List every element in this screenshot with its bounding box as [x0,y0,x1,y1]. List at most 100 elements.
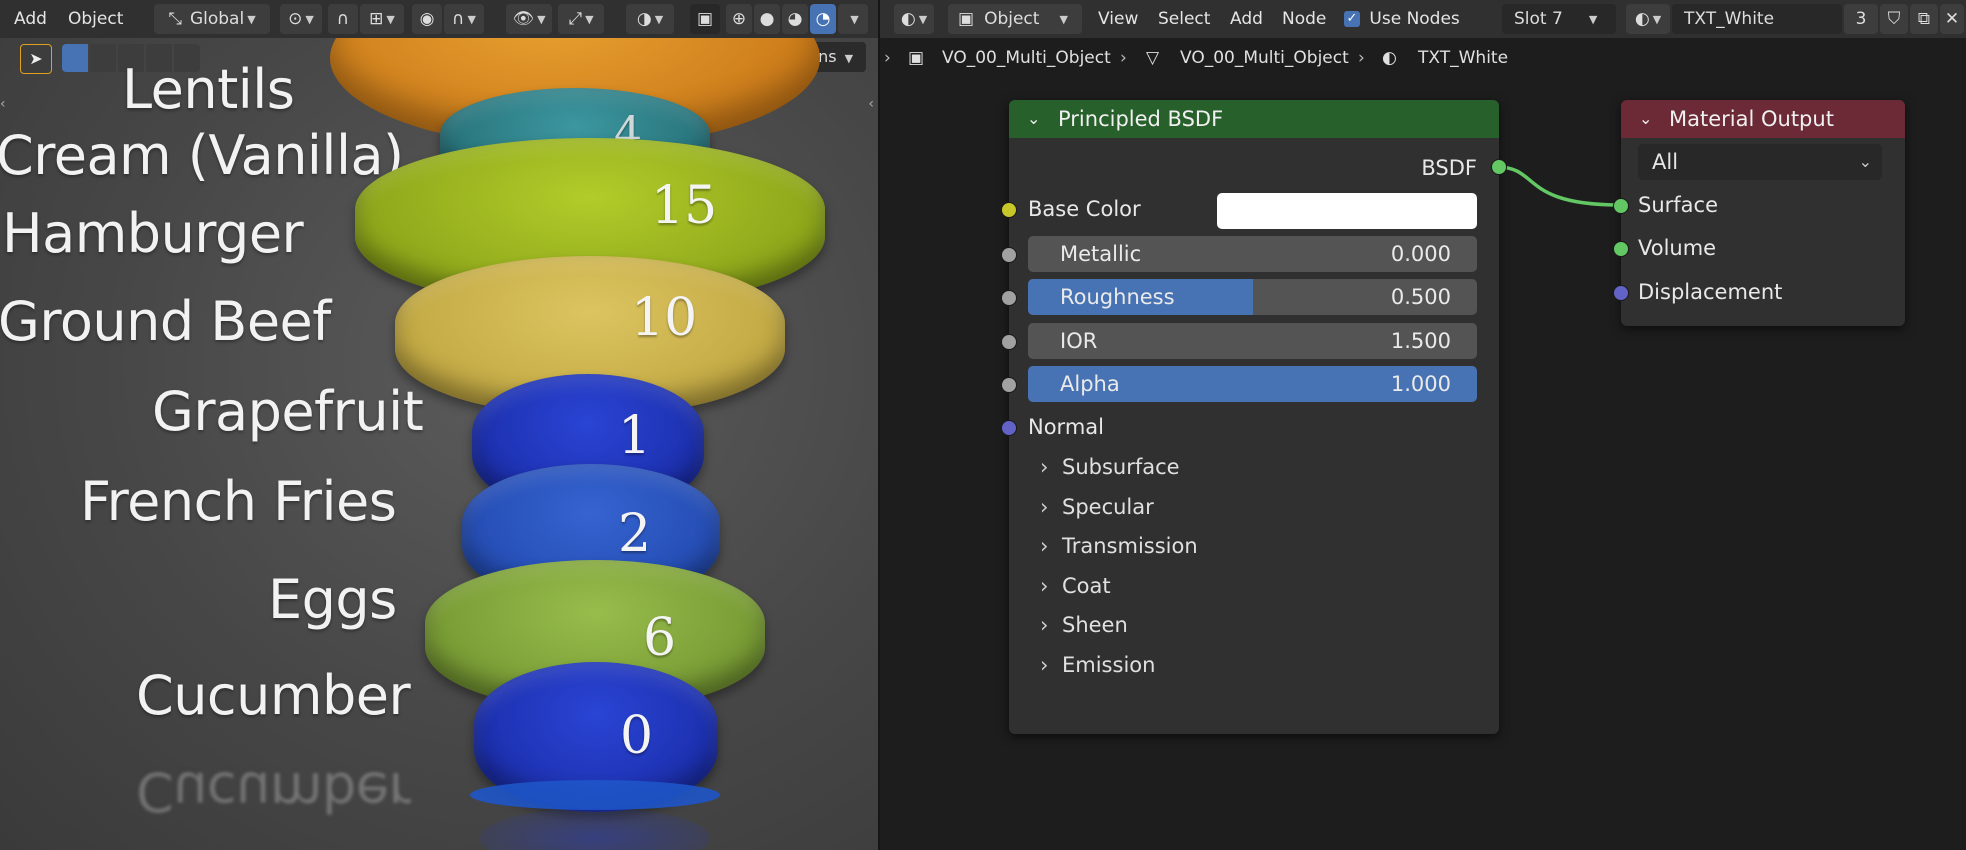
chevron-down-icon: ▼ [850,12,859,26]
metallic-value: 0.000 [1390,242,1451,266]
transform-orientation-dropdown[interactable]: ⤡ Global ▼ [154,4,270,34]
chevron-down-icon: ▼ [1059,12,1068,26]
roughness-field[interactable]: Roughness 0.500 [1028,279,1477,315]
node-menu-add[interactable]: Add [1230,0,1263,38]
breadcrumb-object[interactable]: VO_00_Multi_Object [942,46,1111,70]
label-ground-beef: Ground Beef [0,290,331,353]
use-nodes-toggle[interactable]: ✓ Use Nodes [1344,0,1460,38]
toolbar-expand-arrow-icon[interactable]: ‹ [0,96,6,112]
proportional-edit-button[interactable]: ◉ [412,4,442,34]
collapse-chevron-icon[interactable]: ⌄ [1027,100,1040,138]
base-color-swatch[interactable] [1217,193,1477,229]
slot-dropdown[interactable]: Slot 7 ▼ [1502,4,1616,34]
falloff-curve-icon: ∩ [452,9,465,29]
use-nodes-checkbox[interactable]: ✓ [1344,11,1360,27]
label-french-fries: French Fries [80,470,397,533]
label-cream-vanilla: Cream (Vanilla) [0,124,404,187]
fake-user-button[interactable]: ⛉ [1880,4,1908,34]
unlink-material-button[interactable]: ✕ [1940,4,1964,34]
panel-specular[interactable]: › Specular [1040,495,1154,519]
metallic-field[interactable]: Metallic 0.000 [1028,236,1477,272]
panel-emission[interactable]: › Emission [1040,653,1155,677]
falloff-button[interactable]: ∩ ▼ [444,4,484,34]
alpha-field[interactable]: Alpha 1.000 [1028,366,1477,402]
select-extend-icon[interactable] [90,44,116,72]
object-icon: ▣ [908,48,925,68]
shading-rendered-button[interactable]: ◔ [810,4,836,34]
xray-button[interactable]: ▣ [690,4,720,34]
material-name-field[interactable]: TXT_White [1672,4,1842,34]
chevron-down-icon: ⌄ [1858,152,1872,171]
metallic-socket[interactable] [1001,247,1017,263]
sidebar-expand-arrow-icon[interactable]: ‹ [868,96,874,112]
shader-type-dropdown[interactable]: ▣ Object ▼ [948,4,1082,34]
material-output-node[interactable]: ⌄ Material Output All ⌄ Surface Volume D… [1613,100,1905,326]
bsdf-output-label: BSDF [1421,156,1477,180]
slot-label: Slot 7 [1514,9,1563,29]
viewport-menu-add[interactable]: Add [14,0,47,38]
shading-material-button[interactable]: ◕ [782,4,808,34]
ior-socket[interactable] [1001,334,1017,350]
chevron-right-icon: › [1040,653,1049,677]
panel-transmission-label: Transmission [1062,534,1198,558]
node-menu-view[interactable]: View [1098,0,1138,38]
user-count-button[interactable]: 3 [1844,4,1878,34]
breadcrumb-mesh[interactable]: VO_00_Multi_Object [1180,46,1349,70]
material-browse-button[interactable]: ◐ ▼ [1626,4,1670,34]
shader-type-label: Object [984,9,1040,29]
viewport-header: Add Object ⤡ Global ▼ ⊙ ▼ ∩ ⊞ ▼ ◉ ∩ ▼ 👁 ▼ ⤢ ▼… [0,0,878,38]
node-editor[interactable]: › ▣ VO_00_Multi_Object › ▽ VO_00_Multi_O… [880,38,1966,850]
ior-label: IOR [1060,329,1098,353]
surface-socket[interactable] [1613,198,1629,214]
snap-target-button[interactable]: ⊞ ▼ [360,4,404,34]
roughness-socket[interactable] [1001,290,1017,306]
material-output-header[interactable]: ⌄ Material Output [1621,100,1905,138]
gizmo-button[interactable]: ⤢ ▼ [558,4,604,34]
chevron-down-icon: ▼ [305,12,314,26]
target-dropdown[interactable]: All ⌄ [1638,144,1882,180]
orientation-label: Global [189,9,245,29]
select-tool-button[interactable]: ➤ [20,44,52,74]
overlays-button[interactable]: ◑ ▼ [626,4,674,34]
panel-sheen[interactable]: › Sheen [1040,613,1128,637]
disc-blue-0-value: 0 [620,706,654,766]
base-color-socket[interactable] [1001,202,1017,218]
chevron-right-icon: › [1040,534,1049,558]
normal-label: Normal [1028,415,1104,439]
panel-coat[interactable]: › Coat [1040,574,1111,598]
volume-socket[interactable] [1613,241,1629,257]
panel-transmission[interactable]: › Transmission [1040,534,1198,558]
collapse-chevron-icon[interactable]: ⌄ [1639,100,1652,138]
alpha-socket[interactable] [1001,377,1017,393]
principled-bsdf-node[interactable]: ⌄ Principled BSDF BSDF Base Color Metall… [1001,100,1507,734]
3d-viewport[interactable]: ➤ Options ▼ ‹ ‹ Lentils Cream (Vanilla) … [0,38,878,850]
label-eggs: Eggs [268,568,397,631]
panel-subsurface[interactable]: › Subsurface [1040,455,1180,479]
displacement-socket[interactable] [1613,285,1629,301]
new-material-button[interactable]: ⧉ [1910,4,1938,34]
alpha-label: Alpha [1060,372,1120,396]
shading-wireframe-button[interactable]: ⊕ [726,4,752,34]
visibility-button[interactable]: 👁 ▼ [506,4,552,34]
breadcrumb-material[interactable]: TXT_White [1418,46,1508,70]
ior-field[interactable]: IOR 1.500 [1028,323,1477,359]
chevron-down-icon: ▼ [654,12,664,26]
chevron-down-icon: ▼ [585,12,594,26]
normal-socket[interactable] [1001,420,1017,436]
pivot-point-button[interactable]: ⊙ ▼ [280,4,322,34]
label-lentils: Lentils [122,58,295,121]
node-menu-node[interactable]: Node [1282,0,1326,38]
viewport-menu-object[interactable]: Object [68,0,123,38]
editor-type-button[interactable]: ◐ ▼ [894,4,934,34]
solid-sphere-icon: ● [759,9,775,29]
snap-toggle-button[interactable]: ∩ [328,4,358,34]
select-new-icon[interactable] [62,44,88,72]
breadcrumb-expand-icon[interactable]: › [884,46,891,70]
principled-bsdf-header[interactable]: ⌄ Principled BSDF [1009,100,1499,138]
disc-lime-value: 15 [651,176,718,236]
shading-solid-button[interactable]: ● [754,4,780,34]
shading-options-button[interactable]: ▼ [838,4,868,34]
bsdf-output-socket[interactable] [1491,159,1507,175]
target-label: All [1652,150,1679,174]
node-menu-select[interactable]: Select [1158,0,1210,38]
